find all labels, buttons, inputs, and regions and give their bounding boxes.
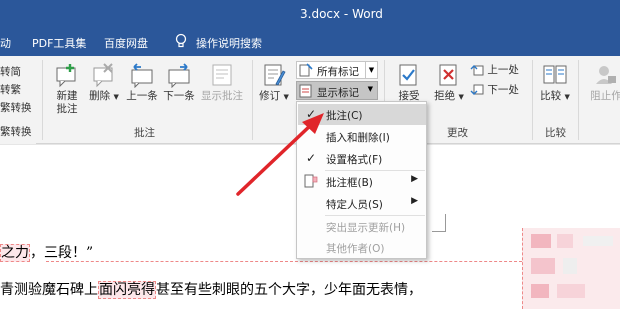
reject-label: 拒绝: [434, 90, 456, 102]
next-comment-label: 下一条: [163, 90, 195, 102]
show-comments-button[interactable]: 显示批注: [199, 62, 245, 103]
new-comment-icon: [56, 64, 76, 88]
conversion-group-label: 繁转换: [0, 126, 32, 138]
track-changes-button[interactable]: 修订 ▼: [258, 62, 290, 104]
window-title: 3.docx - Word: [300, 7, 383, 21]
track-changes-icon: [264, 64, 286, 86]
menu-item-label: 其他作者(O): [326, 243, 385, 255]
show-comments-icon: [212, 64, 232, 86]
chevron-down-icon: ▼: [365, 62, 377, 78]
new-comment-label: 新建 批注: [56, 90, 78, 115]
next-comment-icon: [168, 63, 190, 88]
menu-item-label: 插入和删除(I): [326, 132, 390, 144]
menu-item-formatting[interactable]: ✓ 设置格式(F): [298, 148, 426, 169]
next-change-label: 下一处: [487, 84, 519, 96]
ribbon-separator: [532, 60, 533, 140]
compare-label: 比较: [540, 90, 562, 102]
next-change-button[interactable]: 下一处: [470, 82, 519, 97]
balloons-icon: [304, 174, 318, 188]
convert-to-simplified[interactable]: 转简: [0, 64, 21, 79]
show-markup-menu: ✓ 批注(C) 插入和删除(I) ✓ 设置格式(F) 批注框(B) ▶ 特定人员…: [296, 101, 427, 259]
chevron-down-icon: ▼: [113, 93, 119, 101]
reject-icon: [439, 64, 457, 86]
changes-group-label: 更改: [447, 127, 468, 139]
ribbon-separator: [578, 60, 579, 140]
accept-icon: [399, 64, 417, 86]
compare-group-label: 比较: [545, 127, 566, 139]
block-authors-button[interactable]: 阻止作: [586, 62, 620, 103]
lightbulb-icon: [175, 33, 187, 48]
checkmark-icon: ✓: [306, 107, 317, 121]
previous-comment-button[interactable]: 上一条: [124, 62, 160, 103]
submenu-arrow-icon: ▶: [411, 174, 418, 184]
checkmark-icon: ✓: [306, 151, 317, 165]
chevron-down-icon: ▼: [458, 93, 464, 101]
markup-display-value: 所有标记: [317, 66, 359, 78]
text-run: 甚至有些刺眼的五个大字，少年面无表情，: [156, 282, 422, 298]
block-authors-icon: [596, 66, 616, 84]
conversion-item[interactable]: 繁转换: [0, 100, 32, 115]
tab-baidu-netdisk[interactable]: 百度网盘: [104, 35, 148, 51]
chinese-conversion-group: 转简 转繁 繁转换 繁转换: [0, 56, 36, 144]
next-change-icon: [470, 84, 484, 95]
comments-group-label: 批注: [134, 127, 155, 139]
comment-connector: [46, 261, 522, 262]
menu-item-label: 特定人员(S): [326, 199, 383, 211]
document-line-1[interactable]: 之力，三段！”: [0, 242, 93, 262]
menu-item-comments[interactable]: ✓ 批注(C): [298, 104, 426, 125]
ribbon-separator: [252, 60, 253, 140]
commented-text[interactable]: 面闪亮得: [98, 281, 156, 299]
tab-pdf-tools[interactable]: PDF工具集: [32, 35, 86, 51]
new-comment-button[interactable]: 新建 批注: [50, 62, 84, 116]
markup-display-select[interactable]: 所有标记 ▼: [296, 61, 378, 79]
ribbon-tab-bar: 动 PDF工具集 百度网盘 操作说明搜索: [0, 28, 620, 56]
tab-partial[interactable]: 动: [0, 35, 11, 51]
chevron-down-icon: ▼: [283, 93, 289, 101]
previous-comment-icon: [131, 63, 153, 88]
reject-button[interactable]: 拒绝 ▼: [434, 62, 464, 104]
commented-text[interactable]: 之力: [0, 244, 30, 262]
accept-button[interactable]: 接受: [394, 62, 424, 103]
chevron-down-icon: ▼: [564, 93, 570, 101]
tell-me-search[interactable]: 操作说明搜索: [196, 35, 262, 51]
text-run: ，三段！”: [30, 245, 94, 261]
compare-icon: [543, 65, 567, 84]
menu-item-balloons[interactable]: 批注框(B) ▶: [298, 171, 426, 192]
previous-change-button[interactable]: 上一处: [470, 62, 519, 77]
text-run: 青测验魔石碑上: [0, 282, 98, 298]
title-bar: 3.docx - Word: [0, 0, 620, 28]
delete-comment-label: 删除: [89, 90, 111, 102]
menu-item-specific-people[interactable]: 特定人员(S) ▶: [298, 193, 426, 214]
submenu-arrow-icon: ▶: [411, 196, 418, 206]
track-changes-label: 修订: [259, 90, 281, 102]
compare-button[interactable]: 比较 ▼: [538, 62, 572, 104]
delete-comment-icon: [93, 63, 113, 88]
margin-corner-mark: [432, 214, 446, 232]
previous-comment-label: 上一条: [126, 90, 158, 102]
delete-comment-button[interactable]: 删除 ▼: [88, 62, 120, 104]
menu-item-label: 设置格式(F): [326, 154, 383, 166]
menu-item-insertions-deletions[interactable]: 插入和删除(I): [298, 126, 426, 147]
previous-change-icon: [470, 65, 484, 76]
menu-item-highlight-updates[interactable]: 突出显示更新(H): [298, 216, 426, 237]
block-authors-label: 阻止作: [590, 90, 620, 102]
show-markup-button[interactable]: 显示标记 ▼: [296, 81, 378, 100]
menu-item-other-authors[interactable]: 其他作者(O): [298, 237, 426, 258]
menu-item-label: 批注(C): [326, 110, 363, 122]
markup-display-icon: [299, 63, 313, 77]
previous-change-label: 上一处: [487, 64, 519, 76]
convert-to-traditional[interactable]: 转繁: [0, 82, 21, 97]
menu-item-label: 批注框(B): [326, 177, 373, 189]
document-line-2[interactable]: 青测验魔石碑上面闪亮得甚至有些刺眼的五个大字，少年面无表情，: [0, 279, 422, 299]
show-markup-icon: [299, 84, 312, 98]
menu-item-label: 突出显示更新(H): [326, 222, 406, 234]
comment-balloon[interactable]: [522, 228, 620, 309]
show-markup-label: 显示标记: [317, 87, 359, 99]
ribbon-separator: [42, 60, 43, 140]
next-comment-button[interactable]: 下一条: [161, 62, 197, 103]
chevron-down-icon: ▼: [367, 85, 373, 93]
show-comments-label: 显示批注: [201, 90, 243, 102]
